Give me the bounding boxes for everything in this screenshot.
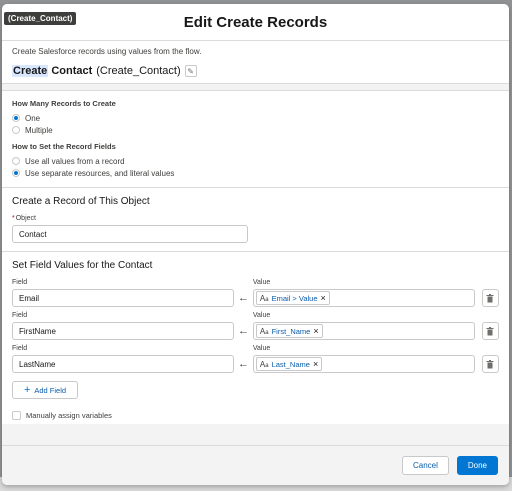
value-column-label: Value (252, 312, 271, 319)
edit-label-button[interactable]: ✎ (184, 65, 197, 77)
radio-button[interactable] (12, 157, 20, 165)
radio-label: Use separate resources, and literal valu… (25, 168, 175, 178)
value-column-label: Value (252, 345, 271, 352)
manual-assign-checkbox[interactable] (12, 411, 21, 420)
radio-button[interactable] (12, 114, 20, 122)
field-value-row: Field Email ← Value Aa Email > Value × (12, 279, 499, 307)
field-value-row: Field FirstName ← Value Aa First_Name × (12, 312, 499, 340)
modal-title: Edit Create Records (183, 13, 328, 31)
field-column-label: Field (12, 345, 28, 352)
radio-option-separate-resources[interactable]: Use separate resources, and literal valu… (12, 167, 499, 179)
resource-pill[interactable]: Aa Email > Value × (255, 291, 330, 305)
close-icon[interactable]: × (313, 359, 318, 369)
radio-option-one[interactable]: One (12, 112, 499, 124)
object-field-label: *Object (12, 215, 36, 222)
add-field-label: Add Field (34, 385, 67, 395)
value-column-label: Value (252, 279, 271, 286)
field-column-label: Field (12, 279, 28, 286)
how-many-records-label: How Many Records to Create (12, 99, 116, 108)
element-api-name: (Create_Contact) (96, 65, 181, 77)
add-field-button[interactable]: + Add Field (12, 381, 78, 399)
field-input[interactable]: Email (12, 289, 234, 307)
pill-label: First_Name (271, 326, 311, 336)
close-icon[interactable]: × (321, 293, 326, 303)
pencil-icon: ✎ (187, 66, 194, 76)
api-name-tooltip: (Create_Contact) (4, 12, 77, 25)
record-options-section: How Many Records to Create One Multiple … (2, 90, 509, 188)
resource-pill[interactable]: Aa Last_Name × (255, 357, 323, 371)
field-values-heading: Set Field Values for the Contact (12, 260, 153, 271)
left-arrow-icon: ← (237, 292, 249, 304)
value-input[interactable]: Aa First_Name × (252, 322, 475, 340)
element-type-label: Create Contact (12, 65, 93, 77)
object-section: Create a Record of This Object *Object C… (2, 188, 509, 252)
object-section-heading: Create a Record of This Object (12, 196, 150, 207)
field-column-label: Field (12, 312, 28, 319)
text-resource-icon: Aa (259, 359, 269, 369)
manual-assign-label: Manually assign variables (26, 411, 112, 420)
modal-footer: Cancel Done (2, 445, 509, 485)
done-button[interactable]: Done (456, 456, 498, 475)
value-input[interactable]: Aa Email > Value × (252, 289, 475, 307)
pill-label: Email > Value (271, 293, 318, 303)
field-input[interactable]: LastName (12, 355, 234, 373)
field-values-section: Set Field Values for the Contact Field E… (2, 252, 509, 424)
text-resource-icon: Aa (259, 326, 269, 336)
radio-label: Use all values from a record (25, 156, 125, 166)
left-arrow-icon: ← (237, 325, 249, 337)
modal-header: Edit Create Records (2, 4, 509, 41)
radio-button[interactable] (12, 169, 20, 177)
element-title: Create Contact (Create_Contact) ✎ (12, 65, 499, 79)
left-arrow-icon: ← (237, 358, 249, 370)
text-resource-icon: Aa (259, 293, 269, 303)
delete-row-button[interactable] (481, 322, 499, 340)
plus-icon: + (23, 384, 31, 396)
radio-option-multiple[interactable]: Multiple (12, 124, 499, 136)
manual-assign-row[interactable]: Manually assign variables (12, 411, 499, 420)
field-value-row: Field LastName ← Value Aa Last_Name × (12, 345, 499, 373)
radio-button[interactable] (12, 126, 20, 134)
how-to-set-fields-label: How to Set the Record Fields (12, 142, 116, 151)
trash-icon (486, 326, 494, 335)
edit-create-records-modal: (Create_Contact) Edit Create Records Cre… (2, 4, 509, 485)
delete-row-button[interactable] (481, 355, 499, 373)
radio-label: Multiple (25, 125, 53, 135)
element-info-section: Create Salesforce records using values f… (2, 41, 509, 84)
trash-icon (486, 359, 494, 368)
modal-body[interactable]: Create Salesforce records using values f… (2, 41, 509, 445)
field-input[interactable]: FirstName (12, 322, 234, 340)
delete-row-button[interactable] (481, 289, 499, 307)
resource-pill[interactable]: Aa First_Name × (255, 324, 323, 338)
element-description: Create Salesforce records using values f… (12, 47, 202, 56)
required-marker: * (12, 215, 15, 222)
pill-label: Last_Name (271, 359, 310, 369)
radio-label: One (25, 113, 41, 123)
close-icon[interactable]: × (313, 326, 318, 336)
object-input[interactable]: Contact (12, 225, 248, 243)
radio-option-all-values[interactable]: Use all values from a record (12, 155, 499, 167)
value-input[interactable]: Aa Last_Name × (252, 355, 475, 373)
cancel-button[interactable]: Cancel (401, 456, 449, 475)
trash-icon (486, 293, 494, 302)
